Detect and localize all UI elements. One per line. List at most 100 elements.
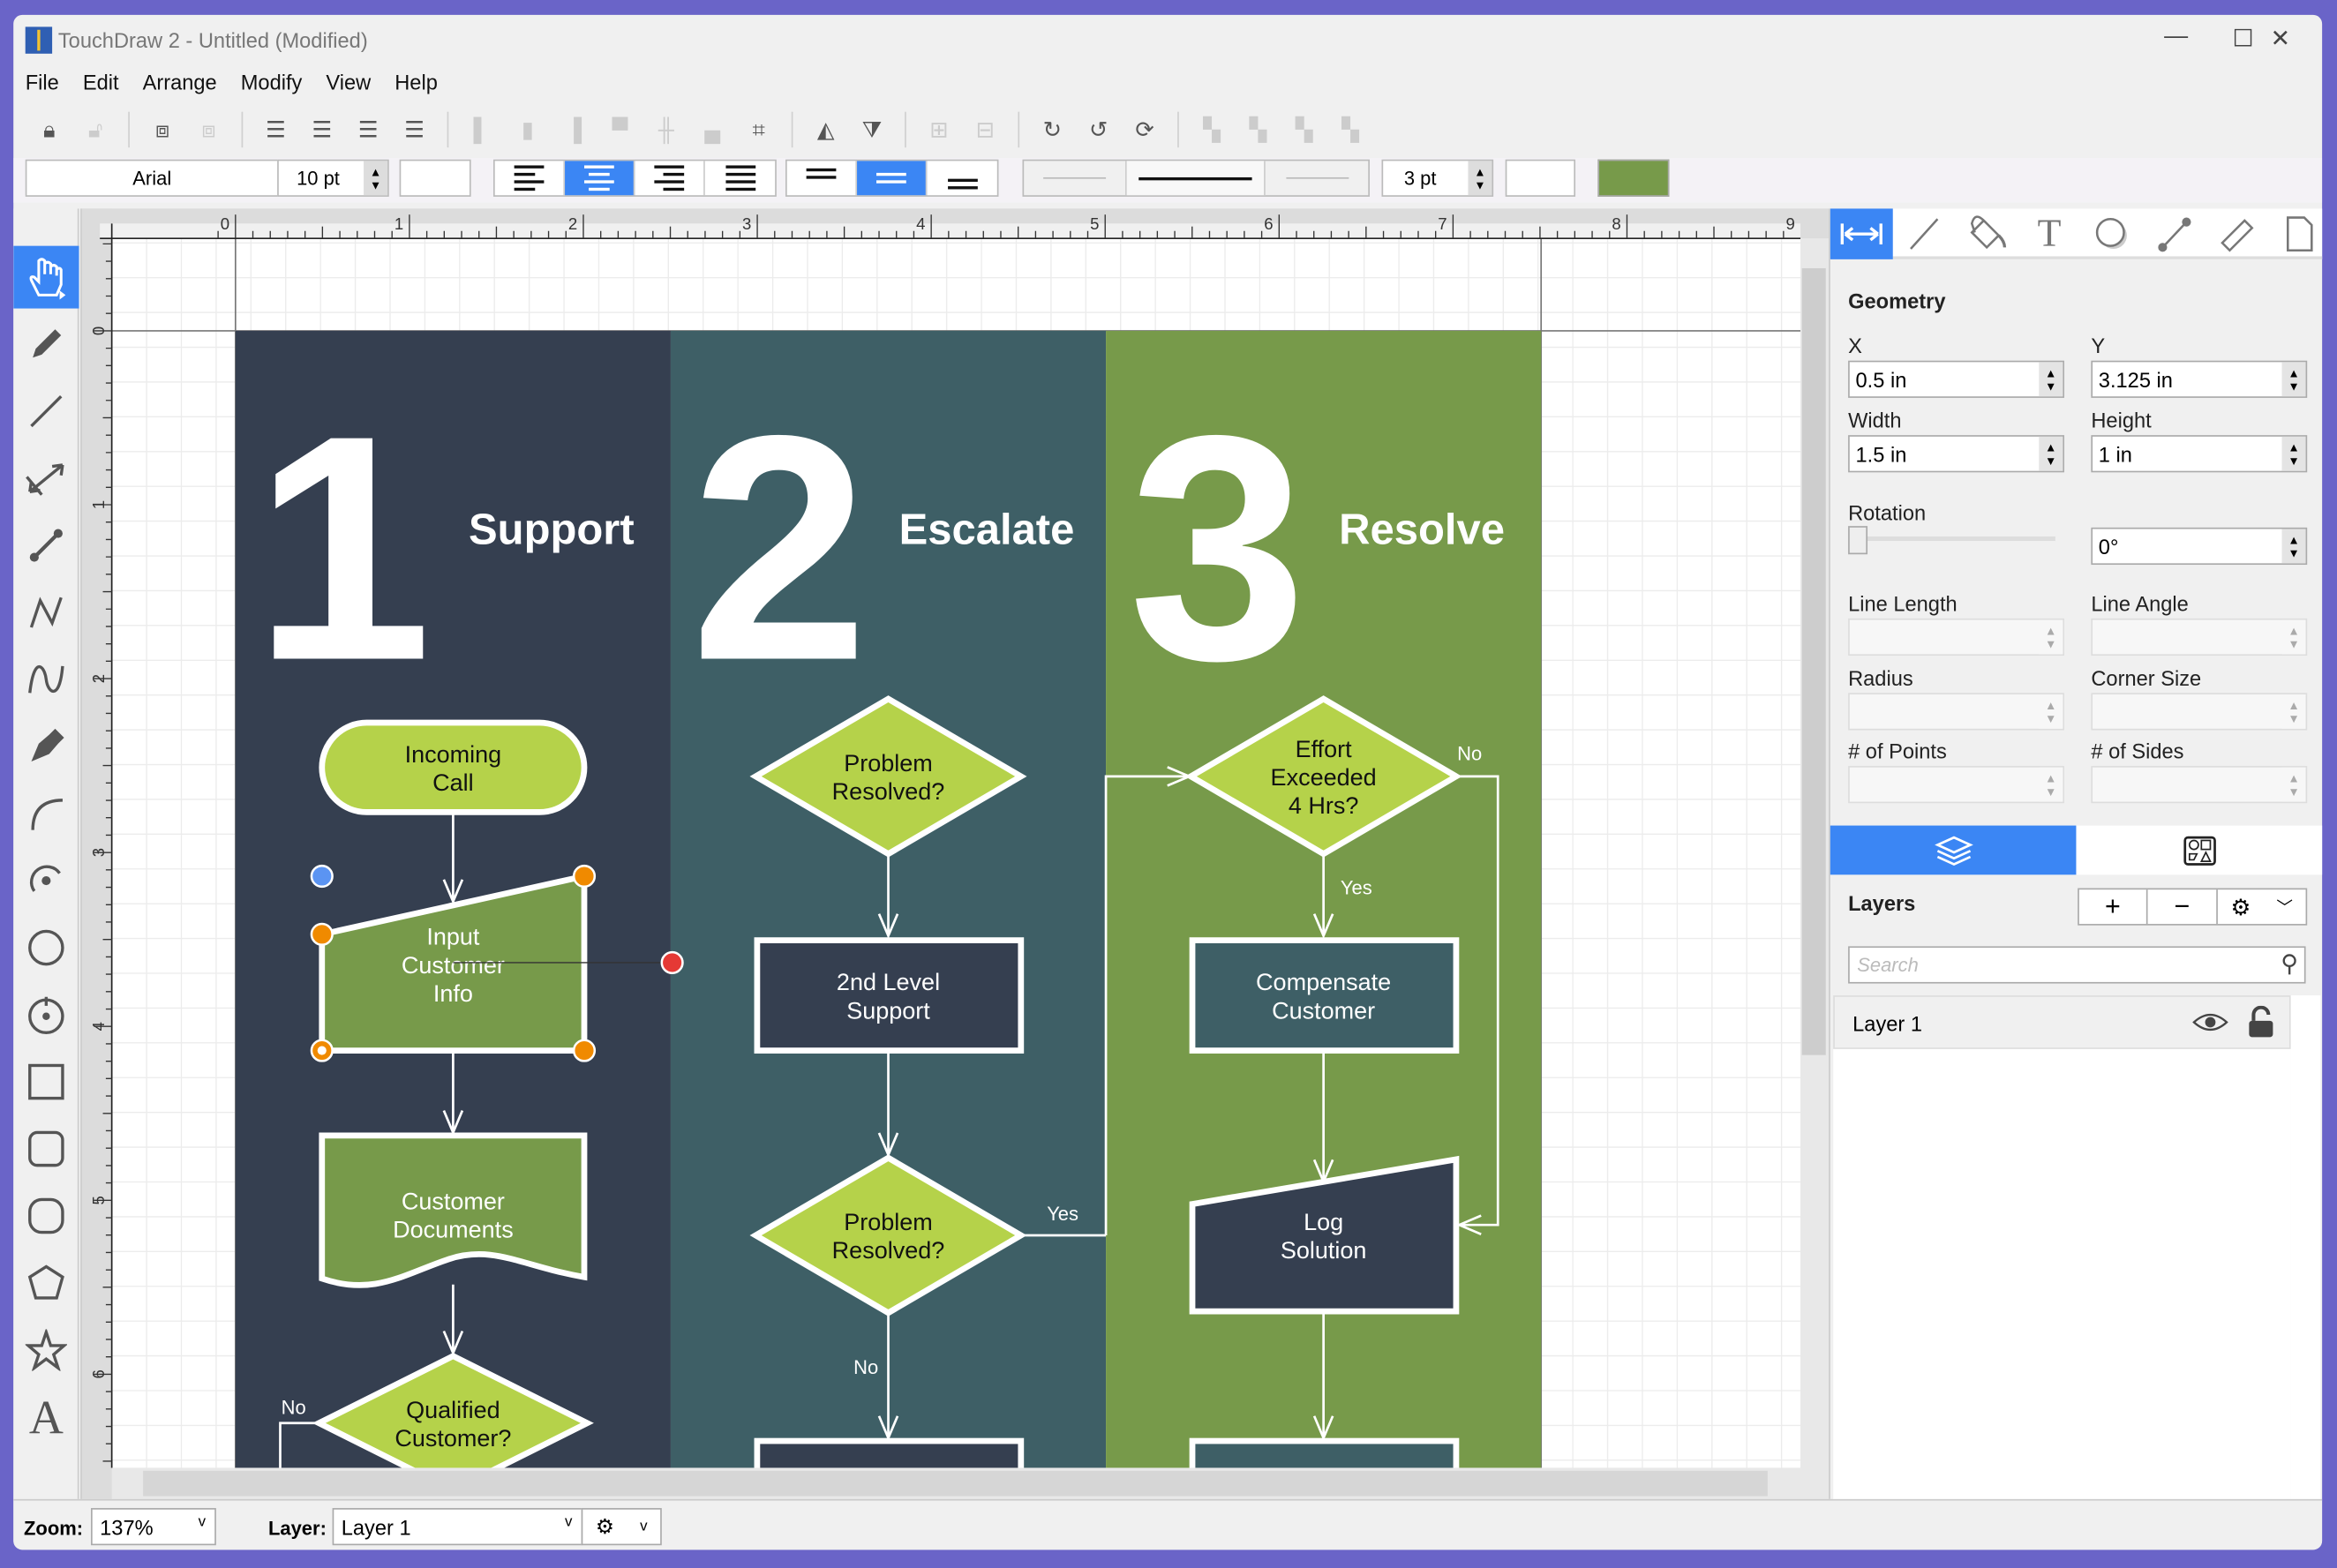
resize-handle[interactable] [310, 922, 334, 946]
geometry-arrows-icon [1840, 223, 1882, 244]
chevron-down-icon: v [198, 1513, 207, 1531]
ruler-label: 8 [1612, 214, 1620, 233]
shadow-circle-icon [2095, 217, 2127, 250]
minimize-button[interactable]: — [2153, 24, 2198, 50]
resize-handle[interactable] [572, 1039, 597, 1062]
ruler-label: 2 [89, 674, 108, 683]
spinner-icon[interactable]: ▲ ▼ [2039, 436, 2063, 471]
layer-settings-button[interactable]: ⚙ ﹀ [2218, 889, 2306, 924]
app-window: TouchDraw 2 - Untitled (Modified) — ☐ ✕ … [13, 14, 2323, 1550]
ruler-label: 4 [89, 1022, 108, 1031]
chevron-down-icon: v [640, 1518, 648, 1535]
y-field[interactable]: 3.125 in ▲ ▼ [2091, 360, 2308, 398]
tab-measure[interactable] [2205, 208, 2268, 259]
spinner-icon[interactable]: ▲ ▼ [2281, 362, 2306, 397]
rotation-slider[interactable] [1848, 526, 2055, 555]
layer-name: Layer 1 [1852, 1011, 1923, 1036]
sides-field[interactable]: ▲ ▼ [2091, 766, 2308, 804]
rotation-field[interactable]: 0° ▲ ▼ [2091, 527, 2308, 566]
points-field[interactable]: ▲ ▼ [1848, 766, 2064, 804]
resize-handle[interactable] [572, 864, 597, 889]
close-button[interactable]: ✕ [2258, 24, 2303, 54]
layer-dropdown[interactable]: Layer 1 v [332, 1508, 583, 1546]
layer-options-button[interactable]: ⚙ v [581, 1508, 662, 1546]
x-label: X [1848, 334, 1862, 358]
text-t-icon: T [2037, 211, 2062, 255]
canvas-area[interactable]: 1 Support 2 Escalate 3 Resolve Incoming Call Inp… [80, 208, 1830, 1499]
slider-thumb[interactable] [1848, 526, 1868, 555]
line-angle-label: Line Angle [2091, 591, 2189, 616]
zoom-dropdown[interactable]: 137% v [91, 1508, 216, 1546]
add-layer-button[interactable]: + [2079, 889, 2148, 925]
eye-icon[interactable] [2192, 1010, 2228, 1034]
ruler-label: 1 [89, 500, 108, 509]
tab-document[interactable] [2268, 208, 2322, 259]
ruler-label: 0 [221, 214, 229, 233]
x-field[interactable]: 0.5 in ▲ ▼ [1848, 360, 2064, 398]
line-length-field[interactable]: ▲ ▼ [1848, 618, 2064, 656]
scrollbar-thumb[interactable] [1801, 267, 1826, 1055]
paint-bucket-icon [1970, 215, 2007, 250]
ruler-label: 5 [1090, 214, 1099, 233]
layers-scrollbar[interactable] [2290, 995, 2321, 1499]
layer-row[interactable]: Layer 1 [1833, 995, 2291, 1049]
rotation-handle[interactable] [660, 950, 684, 975]
corner-size-field[interactable]: ▲ ▼ [2091, 693, 2308, 731]
tab-text[interactable]: T [2018, 208, 2081, 259]
connection-icon [2158, 217, 2191, 252]
yes-label: Yes [1047, 1203, 1078, 1225]
zoom-value: 137% [100, 1514, 154, 1539]
spinner-icon[interactable]: ▲ ▼ [2281, 529, 2306, 564]
corner-size-label: Corner Size [2091, 665, 2202, 690]
inspector-tabs: T [1830, 208, 2323, 259]
geometry-heading: Geometry [1848, 289, 1946, 313]
shape-handle[interactable] [310, 864, 334, 889]
rotation-value: 0° [2098, 534, 2119, 559]
remove-layer-button[interactable]: − [2148, 889, 2218, 925]
page-icon [2287, 216, 2313, 251]
spinner-icon[interactable]: ▲ ▼ [2281, 436, 2306, 471]
tab-fill[interactable] [1956, 208, 2018, 259]
height-value: 1 in [2098, 441, 2132, 466]
spinner-icon[interactable]: ▲ ▼ [2039, 362, 2063, 397]
lane-number: 2 [690, 368, 868, 726]
gear-icon: ⚙ [2230, 895, 2251, 920]
layer-search-input[interactable]: Search ⚲ [1848, 946, 2306, 984]
radius-label: Radius [1848, 665, 1913, 690]
ruler-label: 2 [568, 214, 577, 233]
ruler-label: 0 [89, 326, 108, 335]
radius-field[interactable]: ▲ ▼ [1848, 693, 2064, 731]
handle-center [317, 1046, 327, 1055]
y-label: Y [2091, 334, 2106, 358]
y-value: 3.125 in [2098, 367, 2173, 392]
lock-icon[interactable] [2248, 1005, 2274, 1039]
lane-number: 3 [1129, 368, 1307, 726]
height-field[interactable]: 1 in ▲ ▼ [2091, 435, 2308, 473]
ruler-label: 9 [1785, 214, 1794, 233]
width-field[interactable]: 1.5 in ▲ ▼ [1848, 435, 2064, 473]
x-value: 0.5 in [1855, 367, 1907, 392]
tab-shadow[interactable] [2081, 208, 2144, 259]
tab-geometry[interactable] [1830, 208, 1893, 259]
tab-connections[interactable] [2143, 208, 2205, 259]
tab-shapes-library[interactable] [2076, 825, 2323, 875]
drawing-canvas[interactable]: 1 Support 2 Escalate 3 ResolveIncoming CallInp… [13, 15, 1830, 1499]
height-label: Height [2091, 408, 2152, 432]
shapes-library-icon [2183, 835, 2216, 865]
chevron-down-icon: v [565, 1513, 573, 1531]
gear-icon: ⚙ [595, 1513, 615, 1538]
width-value: 1.5 in [1855, 441, 1907, 466]
line-angle-field[interactable]: ▲ ▼ [2091, 618, 2308, 656]
sides-label: # of Sides [2091, 739, 2184, 763]
width-label: Width [1848, 408, 1902, 432]
points-label: # of Points [1848, 739, 1947, 763]
chevron-down-icon: ﹀ [2276, 899, 2293, 918]
zoom-label: Zoom: [24, 1517, 84, 1540]
ruler-label: 5 [89, 1196, 108, 1204]
tab-line[interactable] [1893, 208, 1956, 259]
ruler-label: 3 [742, 214, 751, 233]
scrollbar-thumb[interactable] [143, 1470, 1768, 1497]
layer-label: Layer: [267, 1517, 327, 1540]
tab-layers[interactable] [1830, 825, 2077, 875]
search-icon: ⚲ [2281, 952, 2299, 978]
